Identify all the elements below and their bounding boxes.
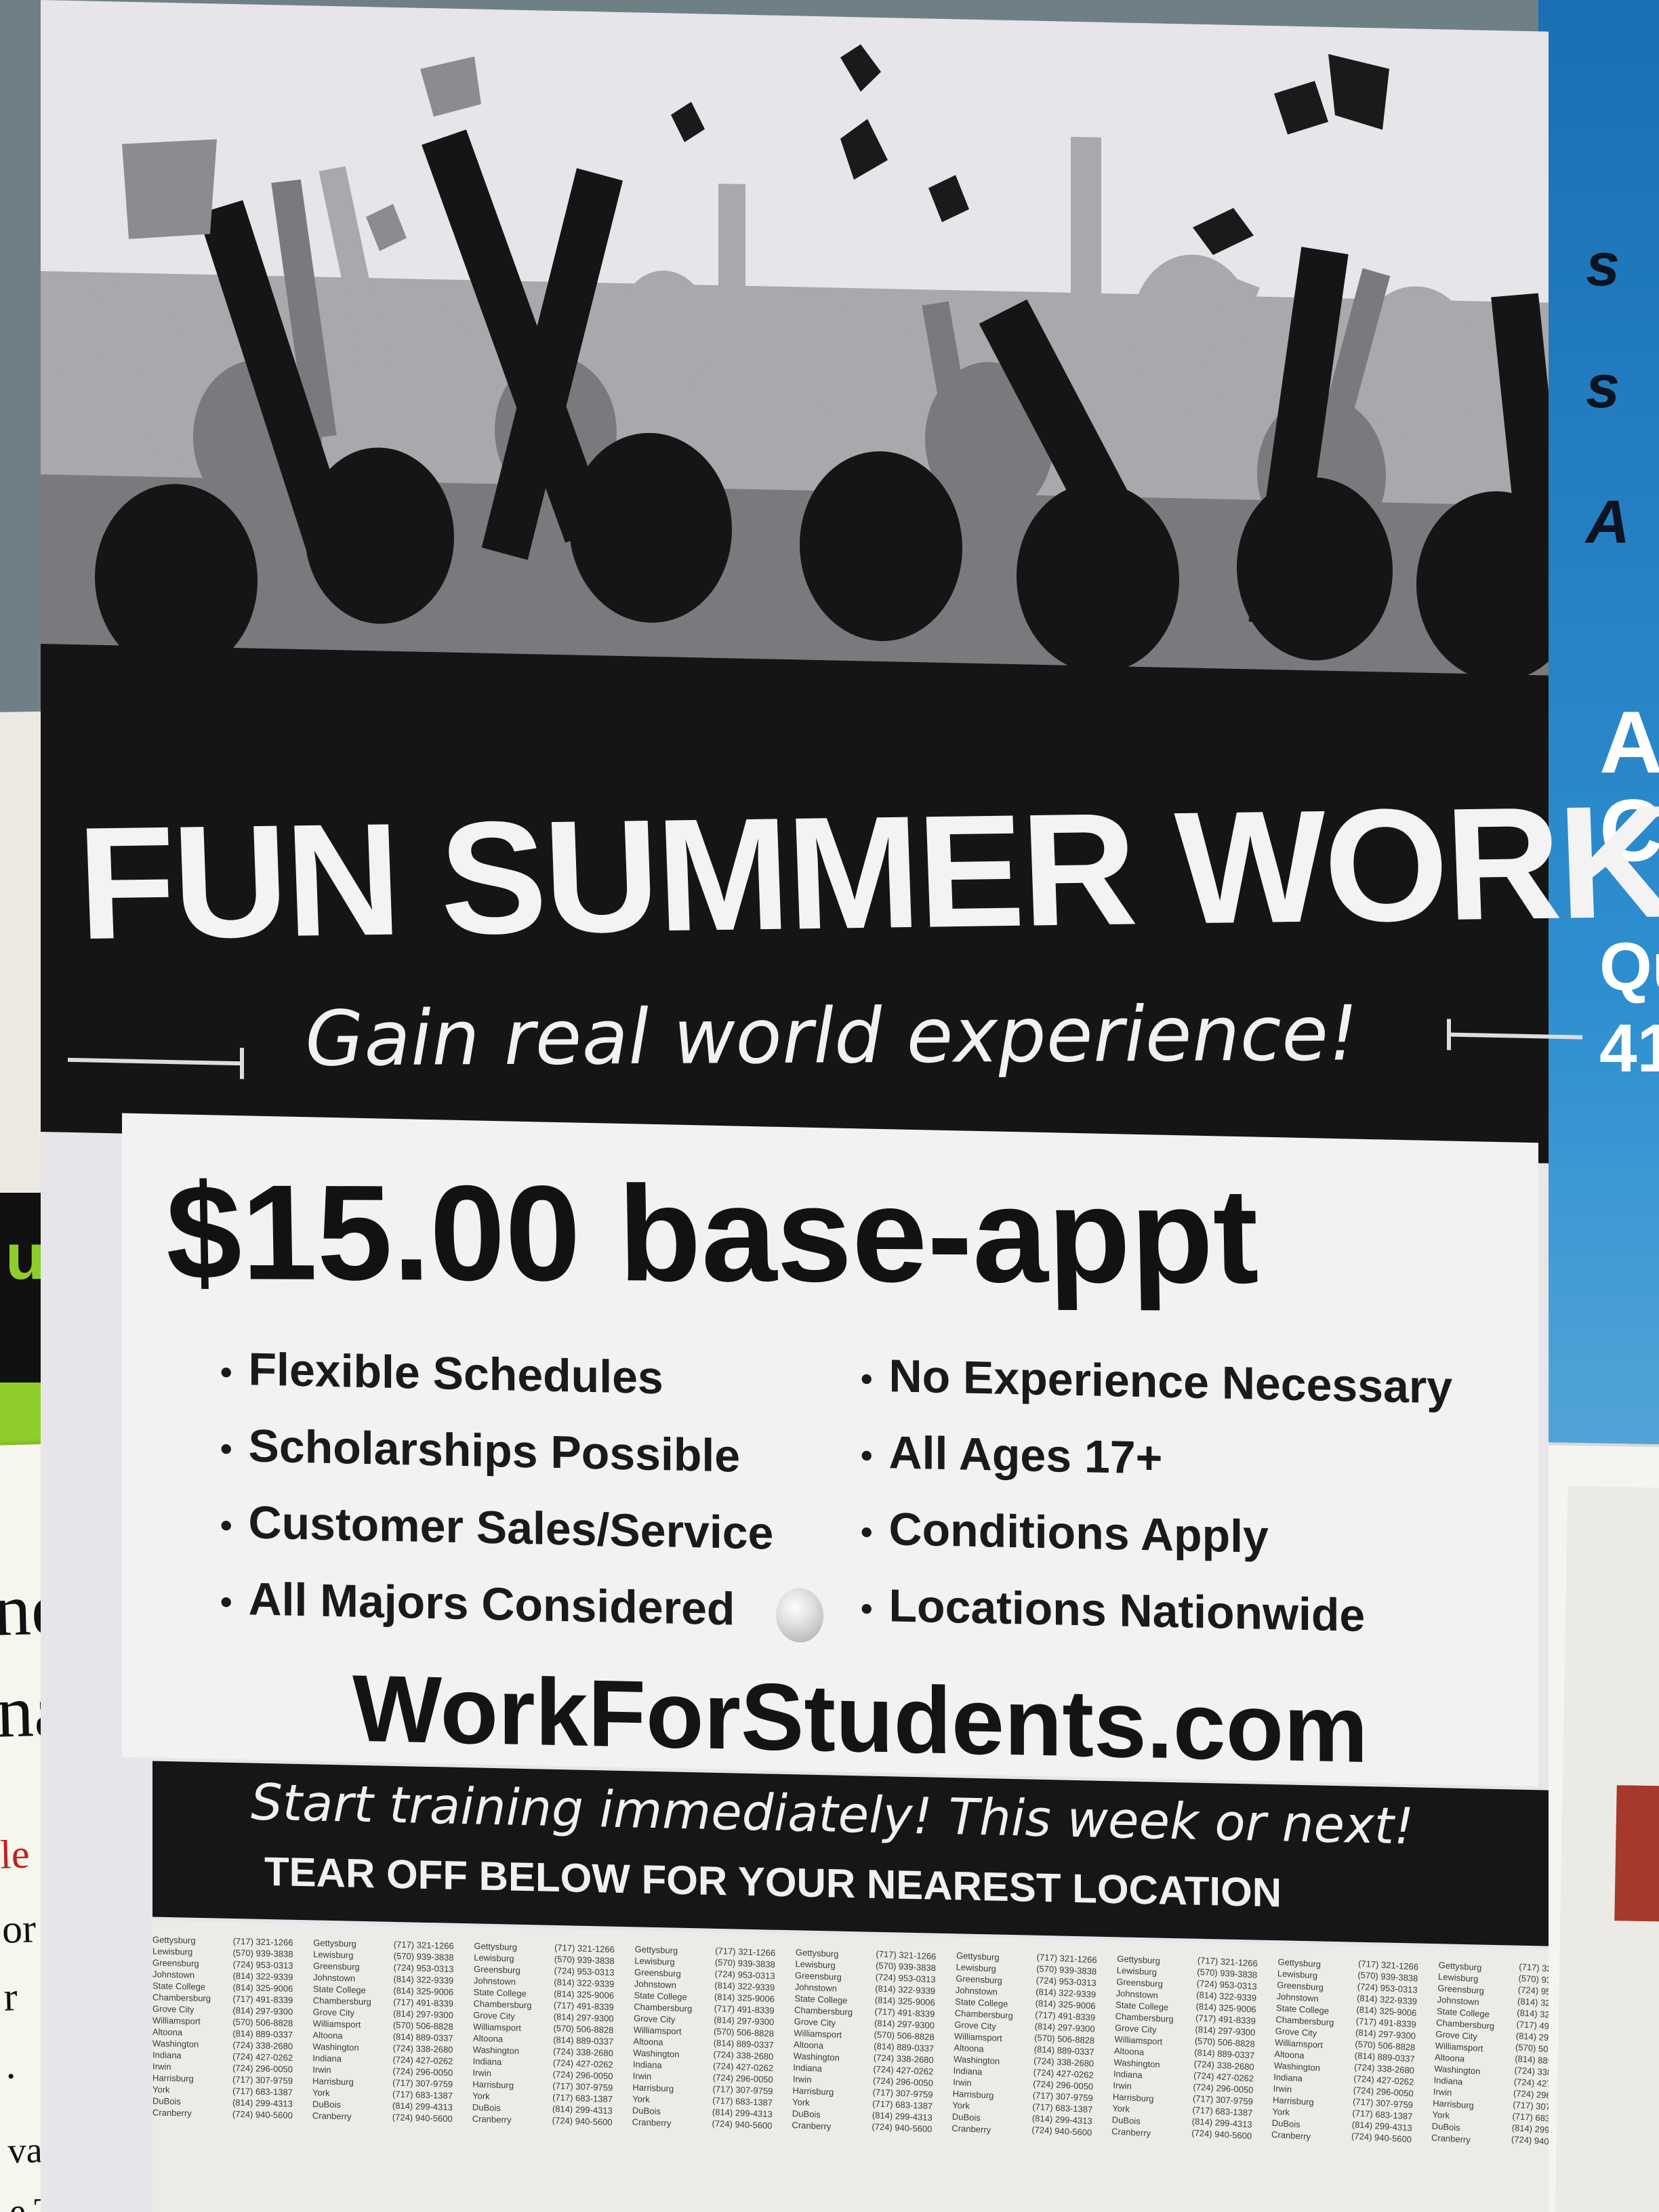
- tear-off-phone-column: (717) 321-1266 (570) 939-3838 (724) 953-03…: [1187, 1954, 1277, 2212]
- right-poster-fragment: 41: [1599, 1010, 1659, 1086]
- benefit-item: Flexible Schedules: [220, 1332, 773, 1420]
- tear-off-city-column: Gettysburg Lewisburg Greensburg Johnstown St…: [1266, 1956, 1358, 2212]
- website-url[interactable]: WorkForStudents.com: [352, 1654, 1368, 1784]
- tear-off-strips[interactable]: Gettysburg Lewisburg Greensburg Johnstown St…: [152, 1920, 1549, 2212]
- tear-off-city-column: Gettysburg Lewisburg Greensburg Johnstown St…: [312, 1937, 394, 2212]
- tear-off-city-column: Gettysburg Lewisburg Greensburg Johnstown St…: [948, 1950, 1037, 2212]
- tear-off-city-column: Gettysburg Lewisburg Greensburg Johnstown St…: [1425, 1959, 1519, 2212]
- tear-off-city: Cranberry: [152, 2107, 192, 2118]
- tear-off-phone-column: (717) 321-1266 (570) 939-3838 (724) 953-03…: [710, 1945, 796, 2212]
- benefits-list-right: No Experience Necessary All Ages 17+ Con…: [861, 1338, 1453, 1657]
- left-note-line: .: [5, 2042, 17, 2087]
- tear-off-phone: (724) 940-5600: [1511, 2133, 1549, 2148]
- benefits-list-left: Flexible Schedules Scholarships Possible…: [220, 1332, 774, 1650]
- tear-off-phone-column: (717) 321-1266 (570) 939-3838 (724) 953-03…: [232, 1936, 312, 2212]
- right-card-red-shape: [1614, 1785, 1659, 1923]
- tear-off-city-column: Gettysburg Lewisburg Greensburg Johnstown St…: [152, 1933, 232, 2212]
- tear-off-phone-column: (717) 321-1266 (570) 939-3838 (724) 953-03…: [868, 1948, 956, 2212]
- tear-off-phone-column: (717) 321-1266 (570) 939-3838 (724) 953-03…: [1027, 1951, 1117, 2212]
- job-flyer-poster: FUN SUMMER WORK Gain real world experien…: [41, 0, 1659, 2212]
- left-note-line: r: [3, 1974, 18, 2020]
- tear-off-phone: (724) 940-5600: [552, 2115, 613, 2128]
- left-note-line: or: [1, 1906, 37, 1952]
- photo-stage: s s A A Cl Qu 41 urs ne na le or r . vas…: [0, 0, 1659, 2212]
- tear-off-phone-column: (717) 321-1266 (570) 939-3838 (724) 953-03…: [550, 1942, 634, 2212]
- graduation-crowd-illustration: [41, 44, 1549, 913]
- tear-off-phone: (724) 940-5600: [392, 2112, 453, 2124]
- left-note-line: le: [0, 1831, 30, 1877]
- push-pin: [776, 1587, 823, 1643]
- benefit-item: All Ages 17+: [861, 1415, 1452, 1504]
- tear-off-city: Cranberry: [632, 2116, 672, 2129]
- benefit-item: Customer Sales/Service: [220, 1486, 774, 1574]
- tear-off-phone-column: (717) 321-1266 (570) 939-3838 (724) 953-03…: [1346, 1958, 1439, 2212]
- benefit-item: Locations Nationwide: [861, 1568, 1452, 1657]
- benefit-item: Conditions Apply: [861, 1492, 1452, 1580]
- tear-off-city-column: Gettysburg Lewisburg Greensburg Johnstown St…: [789, 1946, 876, 2212]
- tear-off-phone-column: (717) 321-1266 (570) 939-3838 (724) 953-03…: [391, 1938, 474, 2212]
- tear-off-city-column: Gettysburg Lewisburg Greensburg Johnstown St…: [1107, 1953, 1197, 2212]
- benefit-item: Scholarships Possible: [220, 1409, 773, 1497]
- tear-off-city-column: Gettysburg Lewisburg Greensburg Johnstown St…: [470, 1940, 554, 2212]
- tear-off-city-column: Gettysburg Lewisburg Greensburg Johnstown St…: [630, 1943, 715, 2212]
- right-poster-dark-glyph: s: [1586, 231, 1620, 299]
- right-poster-dark-glyph: A: [1586, 489, 1630, 556]
- tear-off-phone: (724) 940-5600: [232, 2108, 293, 2121]
- poster-headline: FUN SUMMER WORK: [75, 772, 1659, 974]
- tear-off-city: Cranberry: [472, 2113, 512, 2125]
- pay-rate: $15.00 base-appt: [165, 1156, 1260, 1312]
- poster-tagline: Gain real world experience!: [304, 989, 1360, 1084]
- benefit-item: All Majors Considered: [220, 1562, 773, 1650]
- benefit-item: No Experience Necessary: [861, 1338, 1453, 1427]
- tear-off-city: Cranberry: [792, 2119, 832, 2132]
- tear-off-phone: (724) 940-5600: [712, 2118, 773, 2131]
- tear-off-city: Cranberry: [312, 2110, 352, 2122]
- right-poster-dark-glyph: s: [1586, 353, 1620, 421]
